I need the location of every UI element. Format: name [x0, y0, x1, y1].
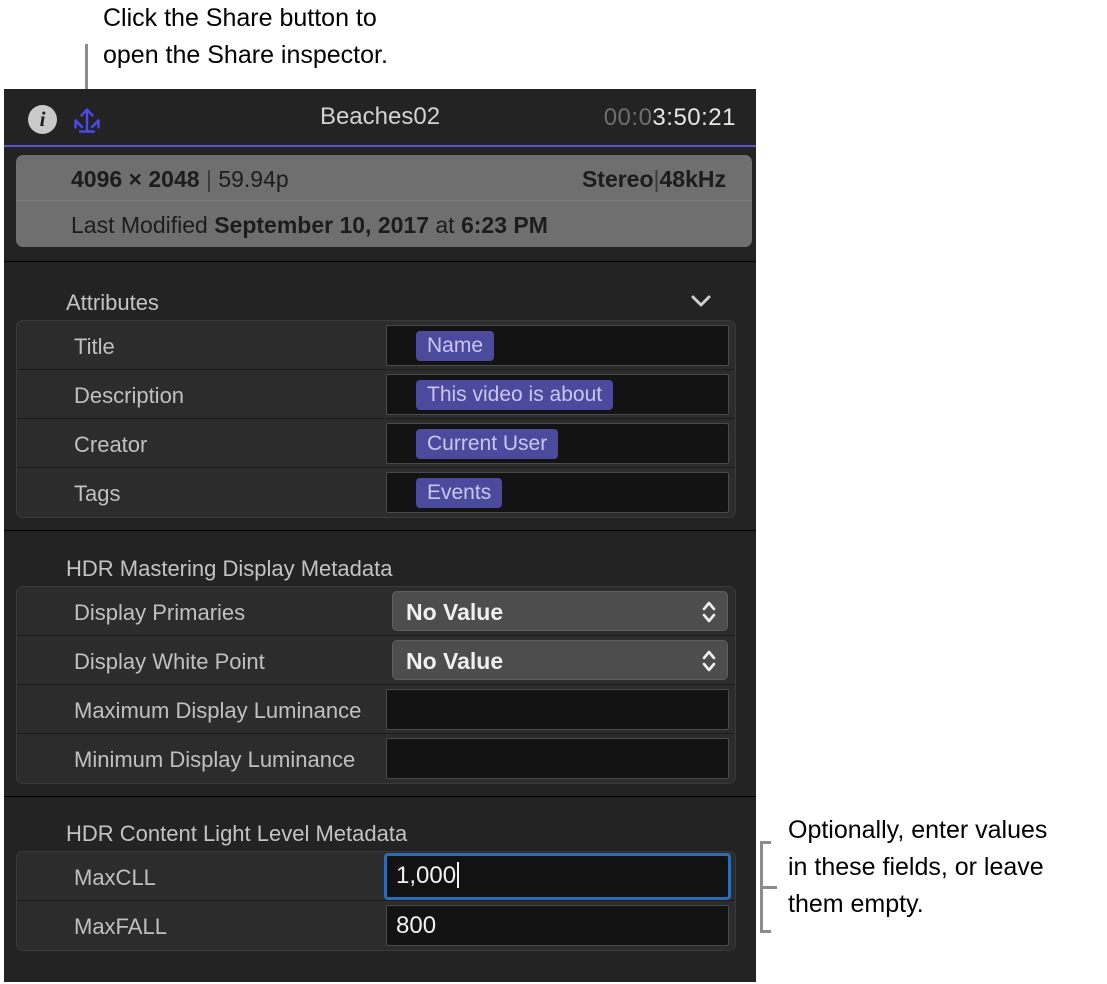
input-value: 1,000	[396, 862, 459, 890]
table-row[interactable]: Minimum Display Luminance	[17, 734, 735, 783]
section-divider-hdr-content-light	[4, 796, 756, 797]
stepper-glyph	[701, 648, 717, 674]
last-modified-text: Last Modified September 10, 2017 at 6:23…	[71, 212, 548, 239]
bracket-cap-bottom	[760, 930, 771, 933]
maxfall-input[interactable]: 800	[386, 905, 729, 946]
description-token-field[interactable]: This video is about	[386, 374, 729, 415]
popup-value: No Value	[406, 599, 503, 626]
screenshot-root: Click the Share button to open the Share…	[0, 0, 1107, 984]
video-format-text: 4096 × 2048 | 59.94p	[71, 166, 289, 193]
section-title-hdr-content-light: HDR Content Light Level Metadata	[66, 821, 407, 847]
row-label-maxfall: MaxFALL	[74, 914, 167, 940]
attributes-group: Title Name Description This video is abo…	[16, 320, 736, 518]
token-chip[interactable]: This video is about	[416, 380, 613, 410]
row-label-tags: Tags	[74, 481, 120, 507]
inspector-header: i Beaches02 00:03:50:21	[4, 89, 756, 147]
resolution-value: 4096 × 2048	[71, 166, 200, 192]
callout-share-instruction: Click the Share button to open the Share…	[103, 0, 523, 74]
audio-rate-value: 48kHz	[660, 166, 726, 192]
row-label-maximum-display-luminance: Maximum Display Luminance	[74, 698, 361, 724]
timecode-dim-part: 00:0	[604, 104, 653, 131]
timecode-bright-part: 3:50:21	[652, 104, 736, 131]
table-row[interactable]: Display White Point No Value	[17, 636, 735, 685]
row-label-minimum-display-luminance: Minimum Display Luminance	[74, 747, 355, 773]
chevron-down-icon[interactable]	[690, 294, 712, 308]
clip-summary-box: 4096 × 2048 | 59.94p Stereo|48kHz Last M…	[16, 155, 752, 247]
display-white-point-popup[interactable]: No Value	[392, 640, 728, 680]
summary-row-modified: Last Modified September 10, 2017 at 6:23…	[16, 201, 752, 247]
row-label-display-primaries: Display Primaries	[74, 600, 245, 626]
table-row[interactable]: Display Primaries No Value	[17, 587, 735, 636]
timecode-display: 00:03:50:21	[604, 104, 736, 132]
row-label-display-white-point: Display White Point	[74, 649, 265, 675]
table-row[interactable]: Maximum Display Luminance	[17, 685, 735, 734]
chevron-down-glyph	[690, 294, 712, 308]
section-divider-attributes	[4, 261, 756, 262]
table-row[interactable]: Title Name	[17, 321, 735, 370]
last-modified-at: at	[435, 212, 454, 238]
audio-channels-value: Stereo	[582, 166, 654, 192]
title-token-field[interactable]: Name	[386, 325, 729, 366]
stepper-glyph	[701, 599, 717, 625]
summary-row-format: 4096 × 2048 | 59.94p Stereo|48kHz	[16, 155, 752, 201]
section-header-hdr-mastering: HDR Mastering Display Metadata	[4, 550, 756, 588]
section-header-hdr-content-light: HDR Content Light Level Metadata	[4, 815, 756, 853]
summary-separator-1: |	[206, 166, 212, 192]
minimum-display-luminance-input[interactable]	[386, 738, 729, 779]
maxcll-input[interactable]: 1,000	[384, 853, 731, 900]
maximum-display-luminance-input[interactable]	[386, 689, 729, 730]
table-row[interactable]: Tags Events	[17, 468, 735, 517]
frame-rate-value: 59.94p	[218, 166, 288, 192]
input-value: 800	[396, 912, 436, 940]
token-chip[interactable]: Name	[416, 331, 494, 361]
table-row[interactable]: Creator Current User	[17, 419, 735, 468]
section-title-hdr-mastering: HDR Mastering Display Metadata	[66, 556, 392, 582]
display-primaries-popup[interactable]: No Value	[392, 591, 728, 631]
section-header-attributes: Attributes	[4, 284, 756, 322]
creator-token-field[interactable]: Current User	[386, 423, 729, 464]
hdr-mastering-group: Display Primaries No Value Display White…	[16, 586, 736, 784]
text-caret	[457, 862, 459, 888]
audio-format-text: Stereo|48kHz	[582, 166, 726, 193]
hdr-content-light-group: MaxCLL 1,000 MaxFALL 800	[16, 851, 736, 951]
tags-token-field[interactable]: Events	[386, 472, 729, 513]
row-label-title: Title	[74, 334, 115, 360]
table-row[interactable]: Description This video is about	[17, 370, 735, 419]
row-label-maxcll: MaxCLL	[74, 865, 156, 891]
bracket-cap-top	[760, 841, 771, 844]
row-label-creator: Creator	[74, 432, 147, 458]
callout-optional-fields-instruction: Optionally, enter values in these fields…	[788, 812, 1107, 923]
row-label-description: Description	[74, 383, 184, 409]
stepper-icon[interactable]	[701, 648, 717, 674]
last-modified-date: September 10, 2017	[214, 212, 429, 238]
last-modified-label: Last Modified	[71, 212, 208, 238]
callout-bracket-right	[760, 841, 782, 933]
table-row[interactable]: MaxFALL 800	[17, 901, 735, 950]
stepper-icon[interactable]	[701, 599, 717, 625]
table-row[interactable]: MaxCLL 1,000	[17, 852, 735, 901]
bracket-tick	[760, 886, 777, 889]
popup-value: No Value	[406, 648, 503, 675]
section-title-attributes: Attributes	[66, 290, 159, 316]
maxcll-value: 1,000	[396, 862, 456, 889]
last-modified-time: 6:23 PM	[461, 212, 548, 238]
share-inspector-panel: i Beaches02 00:03:50:21	[4, 89, 756, 982]
token-chip[interactable]: Events	[416, 478, 502, 508]
token-chip[interactable]: Current User	[416, 429, 558, 459]
section-divider-hdr-mastering	[4, 530, 756, 531]
